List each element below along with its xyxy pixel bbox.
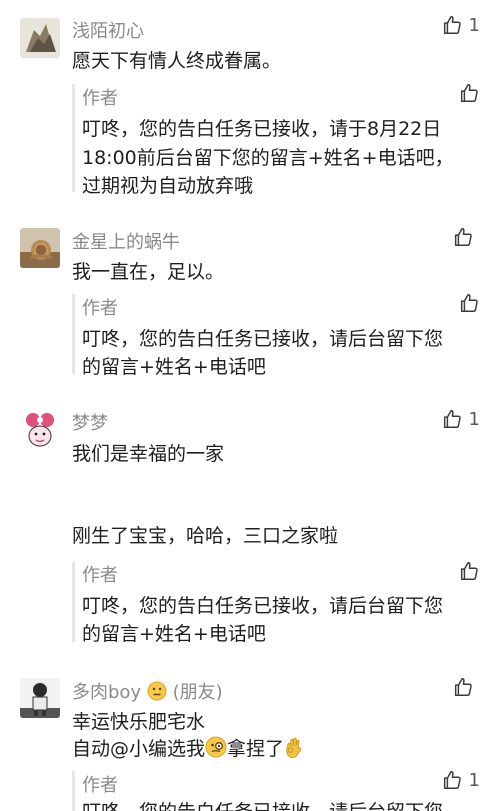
reply-like-button[interactable] <box>458 82 480 104</box>
reply-like-button[interactable] <box>458 560 480 582</box>
avatar[interactable] <box>20 678 60 718</box>
like-button[interactable] <box>452 226 480 248</box>
reply-divider <box>72 562 75 642</box>
reply-text: 18:00前后台留下您的留言+姓名+电话吧， <box>82 147 454 169</box>
reply-like-button[interactable]: 1 <box>441 769 480 791</box>
nickname-text: 多肉boy <box>72 682 142 703</box>
author-label: 作者 <box>82 298 118 319</box>
like-button[interactable] <box>452 676 480 698</box>
thumbs-up-icon <box>441 14 463 36</box>
neutral-face-icon <box>147 681 167 706</box>
thumbs-up-icon <box>452 676 474 698</box>
like-button[interactable]: 1 <box>441 408 480 430</box>
thumbs-up-icon <box>458 82 480 104</box>
like-count: 1 <box>468 14 480 36</box>
avatar[interactable] <box>20 410 60 450</box>
reply-divider <box>72 294 75 374</box>
thumbs-up-icon <box>458 560 480 582</box>
reply-text: 的留言+姓名+电话吧 <box>82 356 266 378</box>
ok-hand-icon <box>284 736 304 763</box>
comment-text: 愿天下有情人终成眷属。 <box>72 50 282 72</box>
thumbs-up-icon <box>452 226 474 248</box>
comment-text-part: 拿捏了 <box>227 738 285 760</box>
comment-feed: 浅陌初心 1 愿天下有情人终成眷属。 作者 叮咚，您的告白任务已接收，请于8月2… <box>0 0 498 811</box>
thumbs-up-icon <box>458 292 480 314</box>
comment-text: 我们是幸福的一家 <box>72 443 225 465</box>
comment-text-part: 自动@小编选我 <box>72 738 206 760</box>
monocle-face-icon <box>205 736 227 763</box>
comment-text: 刚生了宝宝，哈哈，三口之家啦 <box>72 525 339 547</box>
comment-text: 自动@小编选我 拿捏了 <box>72 734 304 763</box>
reply-text: 的留言+姓名+电话吧 <box>82 623 266 645</box>
reply-text: 叮咚，您的告白任务已接收，请后台留下您 <box>82 328 444 350</box>
comment-text: 幸运快乐肥宅水 <box>72 711 206 733</box>
reply-text: 叮咚，您的告白任务已接收，请于8月22日 <box>82 118 442 140</box>
comment-text: 我一直在，足以。 <box>72 261 225 283</box>
like-count: 1 <box>468 408 480 430</box>
nickname[interactable]: 梦梦 <box>72 409 108 435</box>
avatar[interactable] <box>20 228 60 268</box>
reply-divider <box>72 771 75 811</box>
author-label: 作者 <box>82 775 118 796</box>
reply-text: 叮咚，您的告白任务已接收，请后台留下您 <box>82 797 443 811</box>
author-label: 作者 <box>82 565 118 586</box>
like-button[interactable]: 1 <box>441 14 480 36</box>
nickname[interactable]: 金星上的蜗牛 <box>72 228 180 254</box>
nickname[interactable]: 多肉boy (朋友) <box>72 678 223 706</box>
nickname[interactable]: 浅陌初心 <box>72 17 144 43</box>
reply-like-button[interactable] <box>458 292 480 314</box>
thumbs-up-icon <box>441 769 463 791</box>
friend-tag: (朋友) <box>172 682 223 703</box>
reply-divider <box>72 84 75 192</box>
reply-text: 叮咚，您的告白任务已接收，请后台留下您 <box>82 595 444 617</box>
author-label: 作者 <box>82 88 118 109</box>
avatar[interactable] <box>20 18 60 58</box>
thumbs-up-icon <box>441 408 463 430</box>
like-count: 1 <box>468 769 480 791</box>
reply-text: 过期视为自动放弃哦 <box>82 175 254 197</box>
